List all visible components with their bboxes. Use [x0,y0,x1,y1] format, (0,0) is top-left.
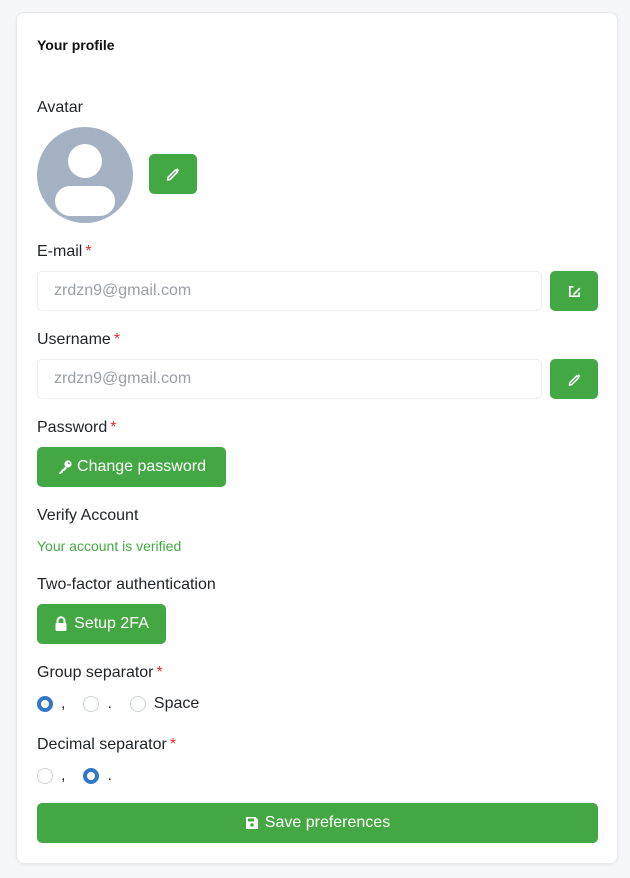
decimal-separator-radio-dot[interactable] [83,768,100,784]
avatar [37,127,133,223]
decimal-separator-label: Decimal separator * [37,736,177,753]
avatar-label: Avatar [37,99,83,116]
setup-2fa-button[interactable]: Setup 2FA [37,604,166,644]
decimal-separator-option-label: . [107,767,112,784]
pencil-square-icon [568,285,580,297]
edit-username-button[interactable] [550,359,598,399]
lock-icon [55,616,67,631]
username-field[interactable]: zrdzn9@gmail.com [37,359,542,399]
group-separator-options: , . Space [37,695,217,713]
change-password-button[interactable]: Change password [37,447,226,487]
required-marker: * [169,736,177,753]
save-preferences-button[interactable]: Save preferences [37,803,598,843]
email-label: E-mail * [37,243,92,260]
group-separator-radio-space[interactable] [129,696,146,712]
group-separator-option-label: Space [153,695,200,712]
edit-avatar-button[interactable] [149,154,197,194]
verify-account-label: Verify Account [37,507,139,524]
profile-card: Your profile Avatar E-mail * zrdzn9@gmail… [16,12,618,864]
username-label: Username * [37,331,121,348]
floppy-disk-icon [245,817,258,829]
save-preferences-label: Save preferences [264,814,391,831]
edit-email-button[interactable] [550,271,598,311]
group-separator-radio-dot[interactable] [83,696,100,712]
username-value: zrdzn9@gmail.com [54,370,192,387]
avatar-placeholder-icon [55,144,115,216]
pencil-icon [166,168,180,181]
password-label: Password * [37,419,117,436]
change-password-label: Change password [77,458,206,475]
required-marker: * [156,664,163,681]
pencil-icon [568,373,580,386]
group-separator-option-label: , [61,695,66,712]
group-separator-label: Group separator * [37,664,163,681]
decimal-separator-radio-comma[interactable] [37,768,53,784]
two-factor-label: Two-factor authentication [37,576,216,593]
group-separator-option-label: . [107,695,112,712]
required-marker: * [113,331,121,348]
group-separator-radio-comma[interactable] [37,696,53,712]
verification-status: Your account is verified [37,538,182,554]
required-marker: * [85,243,92,260]
setup-2fa-label: Setup 2FA [74,615,149,632]
key-icon [59,460,72,474]
required-marker: * [110,419,117,436]
email-value: zrdzn9@gmail.com [54,282,192,299]
card-title: Your profile [37,37,115,53]
decimal-separator-option-label: , [61,767,66,784]
email-field[interactable]: zrdzn9@gmail.com [37,271,542,311]
decimal-separator-options: , . [37,767,130,785]
